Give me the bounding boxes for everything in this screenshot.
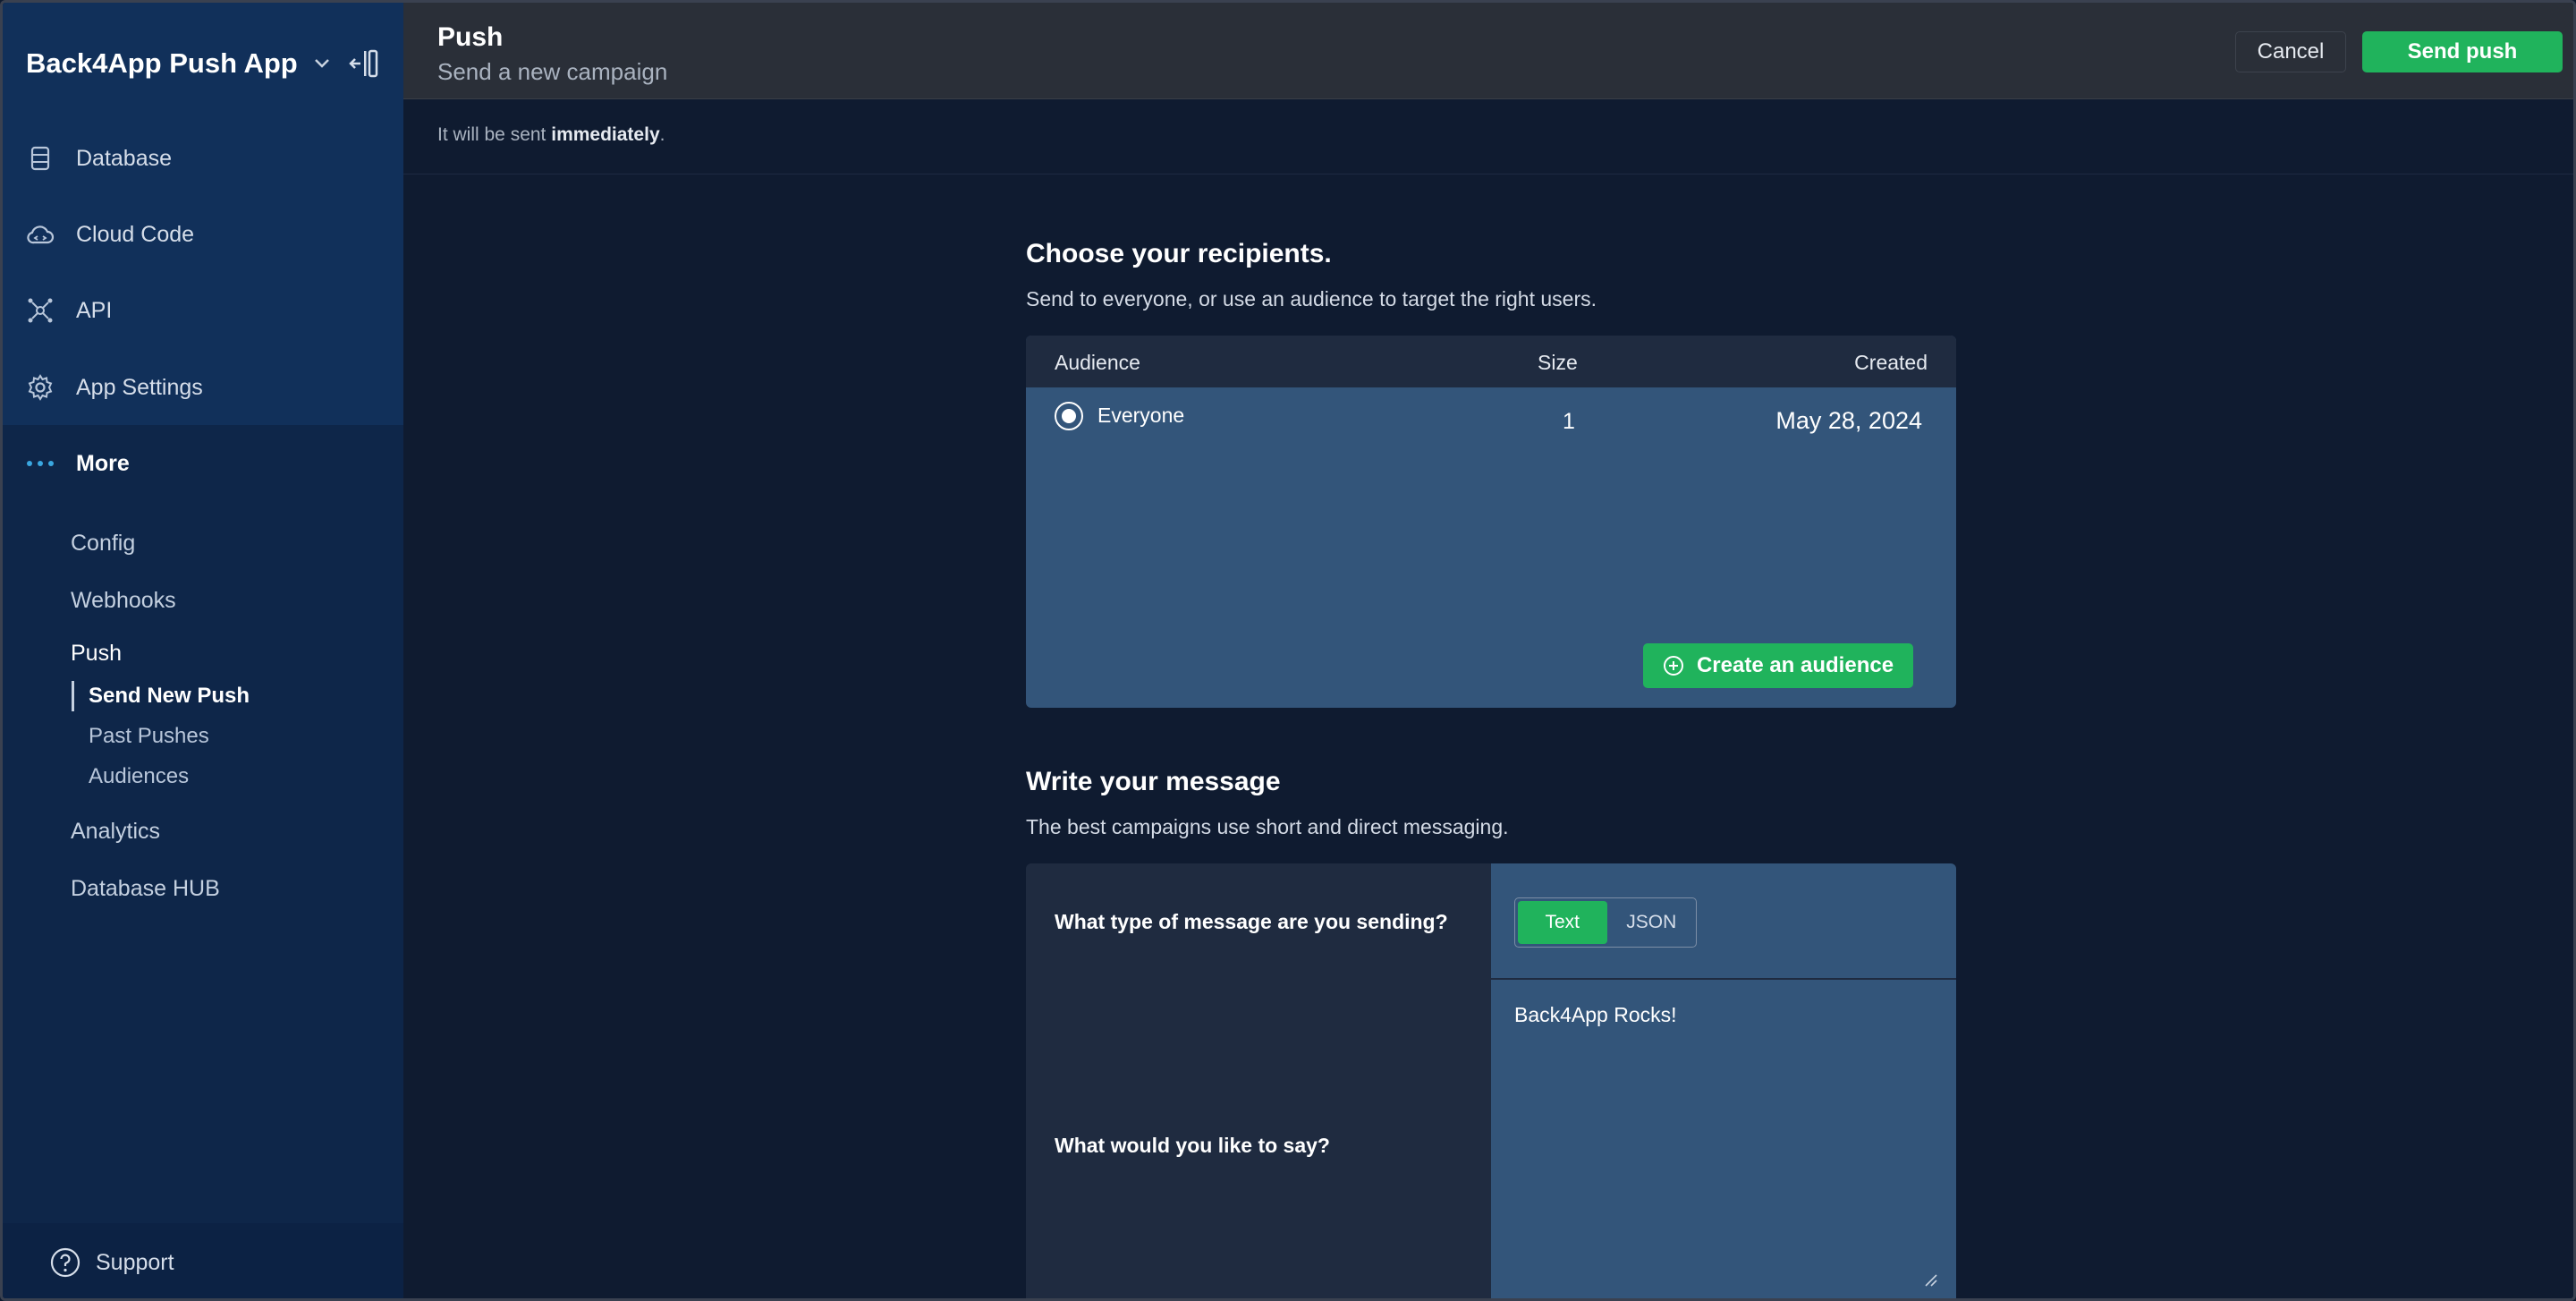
- send-push-button[interactable]: Send push: [2362, 31, 2563, 72]
- sidebar-subitem-webhooks[interactable]: Webhooks: [71, 584, 176, 616]
- sidebar-item-cloud-code[interactable]: Cloud Code: [26, 215, 194, 254]
- app-name: Back4App Push App: [26, 47, 298, 79]
- audience-name: Everyone: [1097, 404, 1185, 427]
- help-icon: [49, 1246, 81, 1279]
- database-icon: [26, 144, 55, 173]
- schedule-notice: It will be sent immediately.: [403, 99, 2573, 174]
- support-link[interactable]: Support: [49, 1241, 174, 1284]
- message-description: The best campaigns use short and direct …: [1026, 815, 1509, 838]
- plus-circle-icon: [1663, 655, 1684, 676]
- notice-suffix: .: [659, 124, 665, 145]
- gear-icon: [26, 373, 55, 402]
- column-size: Size: [1538, 351, 1578, 374]
- notice-emphasis: immediately: [551, 124, 660, 145]
- app-switcher[interactable]: Back4App Push App: [26, 42, 330, 85]
- cloud-code-icon: [26, 220, 55, 249]
- audience-table: Audience Size Created Everyone 1 May 28,…: [1026, 336, 1956, 708]
- resize-handle-icon[interactable]: [1922, 1271, 1938, 1288]
- active-indicator: [72, 681, 74, 711]
- sidebar: Back4App Push App Database Cloud Code AP…: [3, 3, 403, 1298]
- create-audience-button[interactable]: Create an audience: [1643, 643, 1913, 688]
- sidebar-item-label: API: [76, 297, 113, 323]
- support-label: Support: [96, 1249, 174, 1275]
- cancel-button[interactable]: Cancel: [2235, 31, 2346, 72]
- message-type-json[interactable]: JSON: [1607, 898, 1697, 947]
- chevron-down-icon: [314, 54, 330, 74]
- sidebar-subitem-push[interactable]: Push: [71, 637, 122, 669]
- sidebar-item-app-settings[interactable]: App Settings: [26, 368, 203, 407]
- sidebar-subitem-audiences[interactable]: Audiences: [89, 761, 189, 793]
- sidebar-item-more[interactable]: More: [26, 444, 130, 483]
- more-dots-icon: [26, 449, 55, 478]
- api-icon: [26, 296, 55, 325]
- recipients-description: Send to everyone, or use an audience to …: [1026, 287, 1597, 310]
- message-type-toggle: Text JSON: [1514, 897, 1697, 948]
- page-subtitle: Send a new campaign: [437, 58, 668, 85]
- message-body-label: What would you like to say?: [1055, 1134, 1330, 1157]
- column-created: Created: [1854, 351, 1928, 374]
- collapse-sidebar-icon[interactable]: [348, 46, 378, 81]
- audience-radio[interactable]: [1055, 402, 1083, 430]
- sidebar-item-label: App Settings: [76, 374, 203, 400]
- message-textarea[interactable]: Back4App Rocks!: [1514, 1003, 1677, 1027]
- sidebar-subitem-analytics[interactable]: Analytics: [71, 815, 160, 847]
- message-title: Write your message: [1026, 767, 1281, 796]
- sidebar-item-label: Database: [76, 145, 173, 171]
- table-row[interactable]: Everyone 1 May 28, 2024: [1026, 387, 1956, 441]
- audience-table-header: Audience Size Created: [1026, 336, 1956, 387]
- page-title: Push: [437, 22, 504, 52]
- create-audience-label: Create an audience: [1696, 653, 1894, 677]
- sidebar-subitem-past-pushes[interactable]: Past Pushes: [89, 720, 209, 753]
- audience-created: May 28, 2024: [1775, 407, 1922, 434]
- divider: [1491, 978, 1956, 980]
- app-window: Back4App Push App Database Cloud Code AP…: [0, 0, 2576, 1301]
- message-type-text[interactable]: Text: [1518, 901, 1607, 944]
- sidebar-subitem-config[interactable]: Config: [71, 527, 135, 559]
- sidebar-subitem-database-hub[interactable]: Database HUB: [71, 872, 220, 905]
- sidebar-subitem-send-new-push[interactable]: Send New Push: [89, 680, 250, 712]
- recipients-title: Choose your recipients.: [1026, 239, 1332, 268]
- sidebar-item-database[interactable]: Database: [26, 139, 172, 178]
- sidebar-item-label: More: [76, 450, 130, 476]
- audience-size: 1: [1563, 409, 1575, 434]
- message-type-label: What type of message are you sending?: [1055, 910, 1448, 933]
- column-audience: Audience: [1055, 351, 1140, 374]
- sidebar-item-label: Cloud Code: [76, 221, 195, 247]
- page-header: Push Send a new campaign Cancel Send pus…: [403, 3, 2573, 99]
- sidebar-item-api[interactable]: API: [26, 291, 112, 330]
- notice-prefix: It will be sent: [437, 124, 552, 145]
- schedule-notice-text: It will be sent immediately.: [437, 124, 665, 146]
- message-form: What type of message are you sending? Te…: [1026, 863, 1956, 1298]
